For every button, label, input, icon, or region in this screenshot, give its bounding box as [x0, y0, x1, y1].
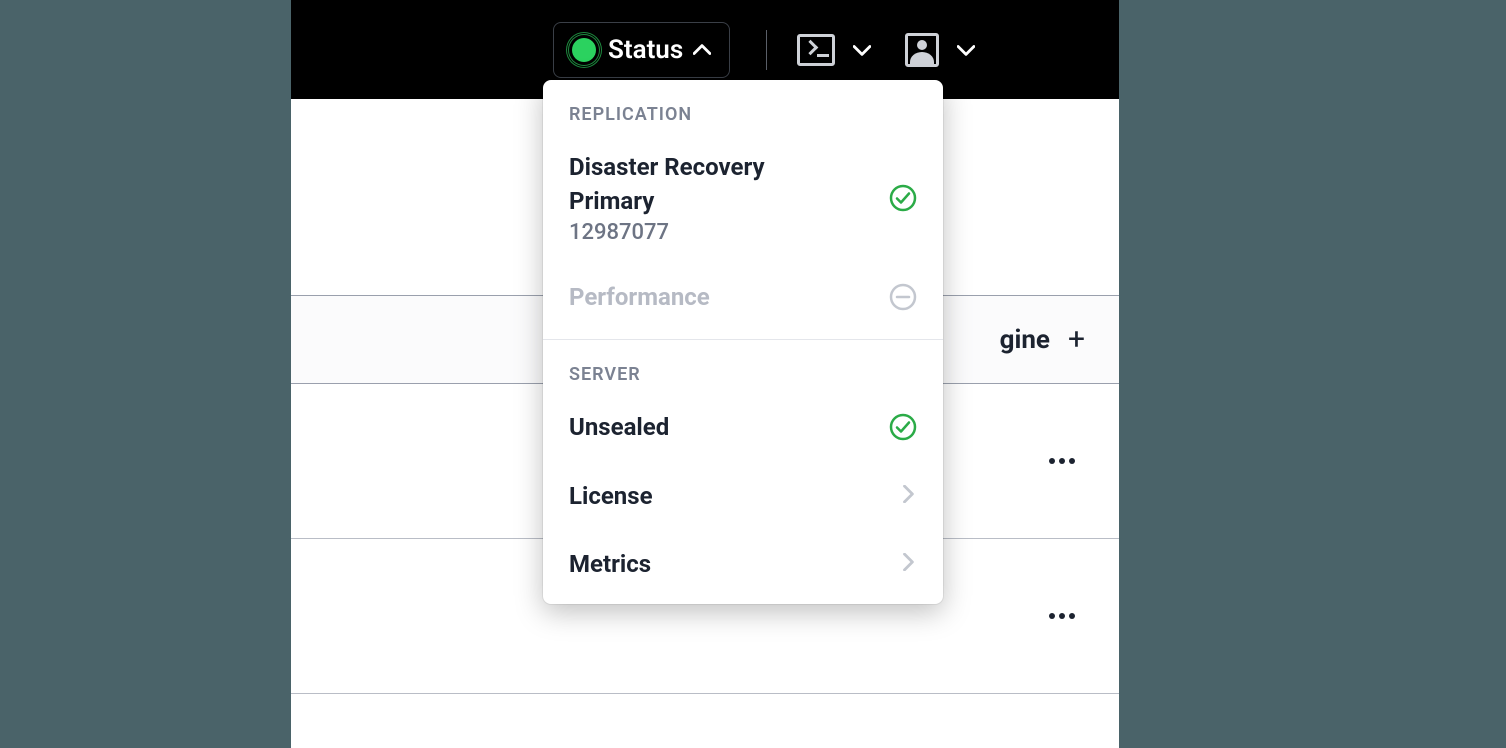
plus-icon: + [1068, 322, 1085, 357]
metrics-title: Metrics [569, 548, 651, 580]
section-label-replication: REPLICATION [543, 80, 943, 133]
chevron-right-icon [903, 485, 917, 507]
chevron-down-icon [853, 45, 869, 55]
menu-item-performance[interactable]: Performance [543, 263, 943, 331]
enable-engine-label-fragment: gine [1000, 325, 1050, 355]
menu-item-license[interactable]: License [543, 462, 943, 530]
dr-title-line1: Disaster Recovery [569, 151, 765, 183]
chevron-up-icon [695, 45, 711, 55]
menu-item-disaster-recovery[interactable]: Disaster Recovery Primary 12987077 [543, 133, 943, 263]
more-actions-button[interactable] [1049, 613, 1075, 619]
unsealed-title: Unsealed [569, 411, 669, 443]
more-actions-button[interactable] [1049, 458, 1075, 464]
status-dropdown-panel: REPLICATION Disaster Recovery Primary 12… [543, 80, 943, 604]
dr-title-line2: Primary [569, 185, 765, 217]
seal-status-icon [572, 38, 596, 62]
dr-id: 12987077 [569, 220, 765, 245]
menu-item-metrics[interactable]: Metrics [543, 530, 943, 598]
user-icon [905, 33, 939, 67]
menu-item-unsealed[interactable]: Unsealed [543, 393, 943, 461]
user-dropdown[interactable] [905, 33, 973, 67]
terminal-icon [797, 34, 835, 66]
vertical-divider [766, 30, 767, 70]
section-label-server: SERVER [543, 340, 943, 393]
status-dropdown-trigger[interactable]: Status [553, 22, 730, 78]
chevron-down-icon [957, 45, 973, 55]
check-circle-icon [889, 413, 917, 441]
chevron-right-icon [903, 553, 917, 575]
check-circle-icon [889, 184, 917, 212]
app-frame: Status gine + [291, 0, 1119, 748]
license-title: License [569, 480, 653, 512]
status-label: Status [608, 35, 683, 65]
console-dropdown[interactable] [797, 34, 869, 66]
minus-circle-icon [889, 283, 917, 311]
performance-title: Performance [569, 281, 710, 313]
